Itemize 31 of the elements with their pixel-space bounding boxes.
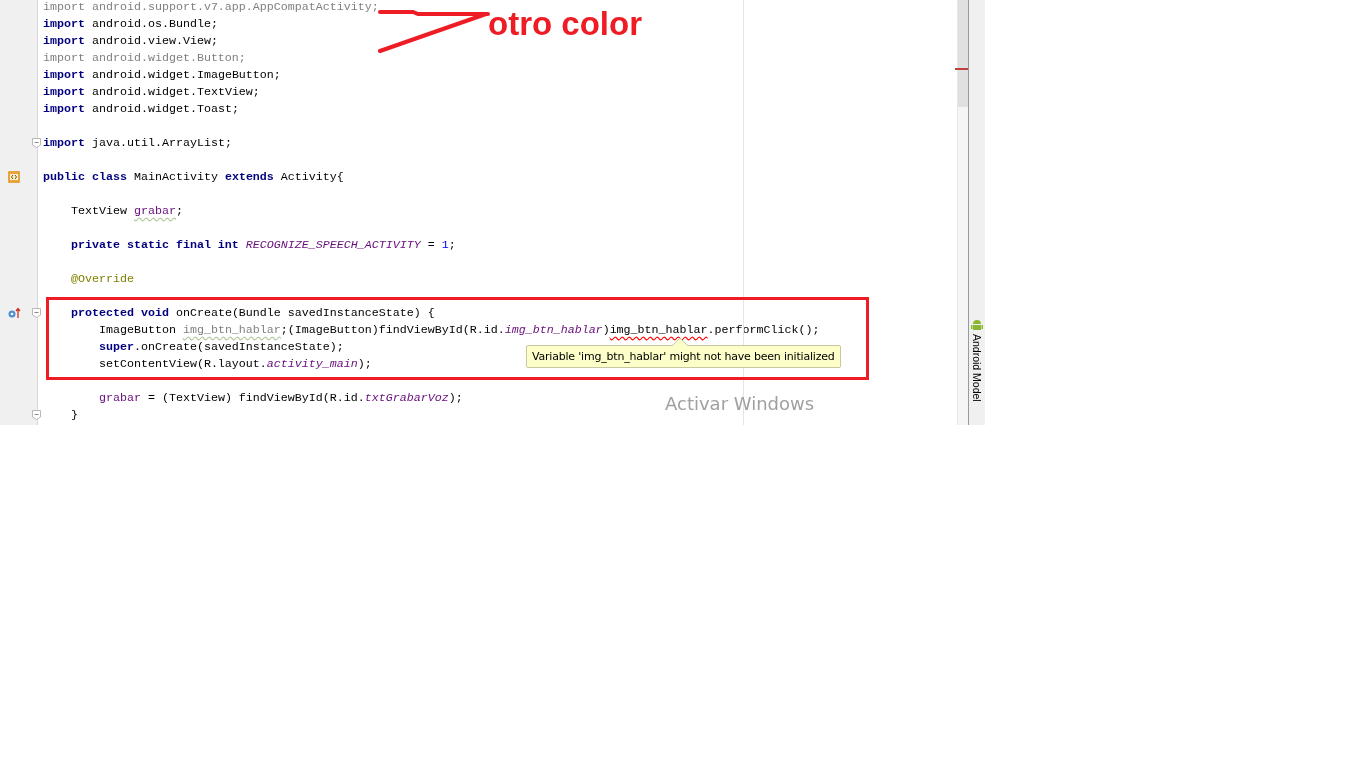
code-line: import android.widget.Button; xyxy=(43,51,246,65)
code-line: import android.widget.ImageButton; xyxy=(43,68,281,82)
activation-notice: Activar Windows xyxy=(665,393,815,414)
fold-marker-icon[interactable] xyxy=(32,410,41,420)
code-line: grabar = (TextView) findViewById(R.id.txtGrabarVoz); xyxy=(97,391,463,405)
code-line: @Override xyxy=(69,272,134,286)
code-line: import android.support.v7.app.AppCompatActivity; xyxy=(43,0,379,14)
code-line: setContentView(R.layout.activity_main); xyxy=(97,357,372,371)
code-line: TextView grabar; xyxy=(69,204,183,218)
override-icon[interactable] xyxy=(8,307,22,319)
annotation-text: otro color xyxy=(488,5,642,43)
code-line: super.onCreate(savedInstanceState); xyxy=(97,340,344,354)
scrollbar-thumb[interactable] xyxy=(958,0,968,107)
tooltip-pointer xyxy=(672,337,688,346)
error-marker[interactable] xyxy=(955,68,968,70)
code-line: import android.widget.TextView; xyxy=(43,85,260,99)
code-line: ImageButton img_btn_hablar;(ImageButton)findViewById(R.id.img_btn_hablar)img_btn_hablar.performClick(); xyxy=(97,323,820,337)
code-line: import java.util.ArrayList; xyxy=(43,136,232,150)
android-icon[interactable] xyxy=(971,319,983,331)
android-model-tab[interactable]: Android Model xyxy=(971,334,983,402)
code-line: import android.view.View; xyxy=(43,34,218,48)
code-line: public class MainActivity extends Activity{ xyxy=(43,170,344,184)
code-line: private static final int RECOGNIZE_SPEECH_ACTIVITY = 1; xyxy=(69,238,456,252)
fold-marker-icon[interactable] xyxy=(32,138,41,148)
fold-marker-icon[interactable] xyxy=(32,308,41,318)
code-line: } xyxy=(69,408,78,422)
code-line: protected void onCreate(Bundle savedInstanceState) { xyxy=(69,306,435,320)
class-icon[interactable] xyxy=(8,171,20,183)
code-line: import android.os.Bundle; xyxy=(43,17,218,31)
scrollbar[interactable] xyxy=(957,0,968,425)
code-line: import android.widget.Toast; xyxy=(43,102,239,116)
